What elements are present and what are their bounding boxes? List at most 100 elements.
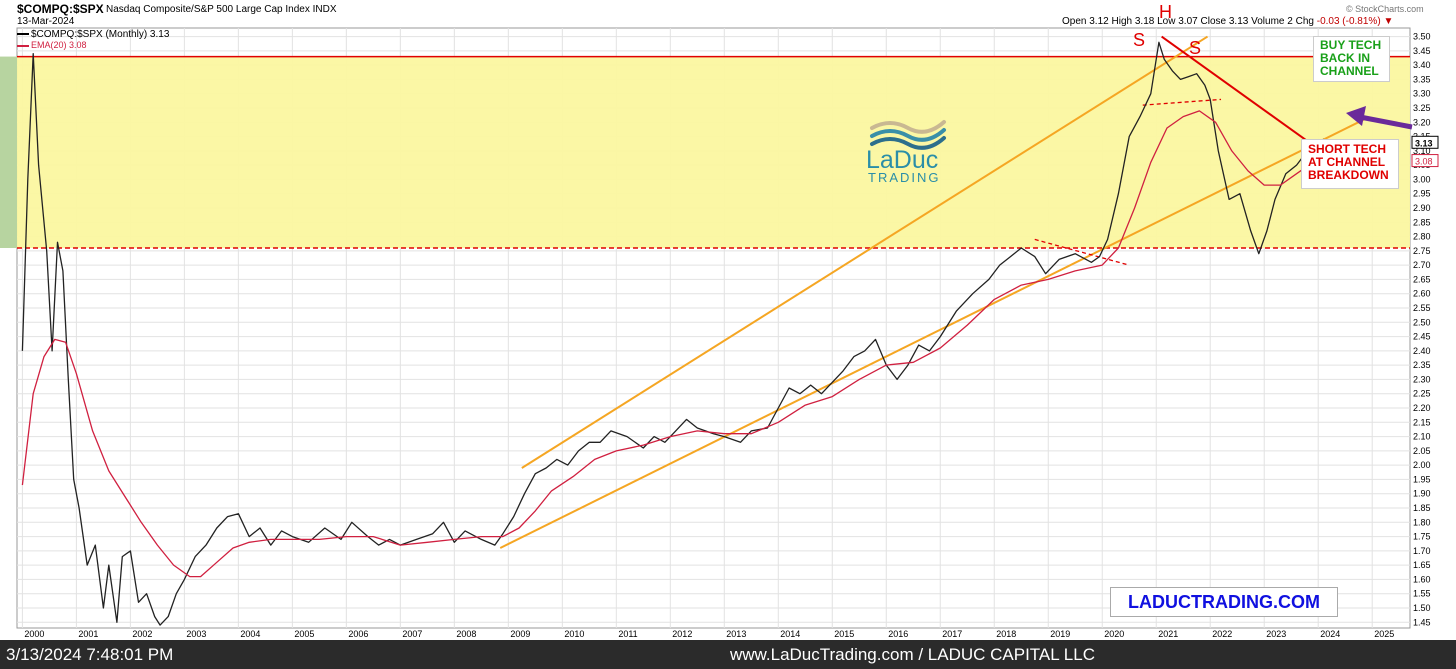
open-value: 3.12 (1089, 16, 1109, 27)
high-value: 3.18 (1134, 16, 1155, 27)
y-tick-label: 3.00 (1413, 174, 1431, 184)
y-tick-label: 2.90 (1413, 203, 1431, 213)
y-tick-label: 1.45 (1413, 617, 1431, 627)
x-tick-label: 2014 (780, 629, 800, 639)
x-tick-label: 2016 (888, 629, 908, 639)
close-label: Close (1200, 16, 1227, 27)
y-tick-label: 2.80 (1413, 232, 1431, 242)
y-tick-label: 1.80 (1413, 517, 1431, 527)
chart-area: 3.503.453.403.353.303.253.203.153.103.05… (0, 0, 1456, 640)
y-tick-label: 1.75 (1413, 532, 1431, 542)
chg-label: Chg (1295, 16, 1314, 27)
close-value: 3.13 (1228, 16, 1249, 27)
y-tick-label: 2.10 (1413, 432, 1431, 442)
footer-bar: 3/13/2024 7:48:01 PM www.LaDucTrading.co… (0, 640, 1456, 669)
y-tick-label: 1.95 (1413, 474, 1431, 484)
x-tick-label: 2007 (402, 629, 422, 639)
last-price-tag: 3.13 (1415, 138, 1433, 148)
x-tick-label: 2015 (834, 629, 854, 639)
legend-price: $COMPQ:$SPX (Monthly) 3.13 (17, 29, 169, 40)
legend-price-label: $COMPQ:$SPX (Monthly) 3.13 (31, 29, 170, 40)
zone-edge-marker (0, 56, 17, 249)
x-tick-label: 2005 (294, 629, 314, 639)
x-tick-label: 2010 (564, 629, 584, 639)
x-tick-label: 2003 (186, 629, 206, 639)
x-tick-label: 2017 (942, 629, 962, 639)
y-tick-label: 1.65 (1413, 560, 1431, 570)
x-tick-label: 2012 (672, 629, 692, 639)
legend-ema-label: EMA(20) 3.08 (31, 40, 87, 50)
y-tick-label: 1.85 (1413, 503, 1431, 513)
resistance-zone (17, 56, 1410, 249)
chg-down-icon: ▼ (1383, 16, 1394, 27)
y-tick-label: 3.50 (1413, 32, 1431, 42)
y-tick-label: 1.55 (1413, 589, 1431, 599)
x-tick-label: 2009 (510, 629, 530, 639)
y-tick-label: 1.90 (1413, 489, 1431, 499)
chart-date: 13-Mar-2024 (17, 16, 75, 27)
chart-source: © StockCharts.com (1346, 4, 1424, 14)
y-tick-label: 2.05 (1413, 446, 1431, 456)
left-shoulder-label: S (1133, 30, 1146, 50)
y-tick-label: 3.40 (1413, 60, 1431, 70)
x-tick-label: 2013 (726, 629, 746, 639)
y-tick-label: 2.50 (1413, 317, 1431, 327)
buy-line-3: CHANNEL (1320, 64, 1379, 78)
x-tick-label: 2018 (996, 629, 1016, 639)
ema-tag: 3.08 (1415, 157, 1433, 167)
x-tick-label: 2011 (618, 629, 637, 639)
x-tick-label: 2023 (1266, 629, 1286, 639)
low-value: 3.07 (1178, 16, 1198, 27)
x-tick-label: 2000 (24, 629, 44, 639)
y-tick-label: 2.95 (1413, 189, 1431, 199)
x-tick-label: 2021 (1158, 629, 1178, 639)
website-box: LADUCTRADING.COM (1110, 587, 1338, 617)
y-tick-label: 3.35 (1413, 74, 1431, 84)
volume-label: Volume (1251, 16, 1285, 27)
y-tick-label: 2.70 (1413, 260, 1431, 270)
chart-svg: 3.503.453.403.353.303.253.203.153.103.05… (0, 27, 1439, 639)
y-tick-label: 2.30 (1413, 374, 1431, 384)
y-tick-label: 1.70 (1413, 546, 1431, 556)
logo-subtitle: TRADING (868, 170, 941, 185)
x-tick-label: 2022 (1212, 629, 1232, 639)
y-tick-label: 1.60 (1413, 574, 1431, 584)
footer-site: www.LaDucTrading.com / LADUC CAPITAL LLC (730, 645, 1095, 664)
buy-annotation: BUY TECH BACK IN CHANNEL (1313, 36, 1390, 82)
x-tick-label: 2025 (1374, 629, 1394, 639)
x-tick-label: 2002 (132, 629, 152, 639)
y-tick-label: 1.50 (1413, 603, 1431, 613)
head-label: H (1159, 2, 1172, 22)
volume-value: 2 (1287, 16, 1293, 27)
legend-price-swatch (17, 33, 29, 36)
ohlc-readout: Open 3.12 High 3.18 Low 3.07 Close 3.13 … (1062, 16, 1393, 27)
x-tick-label: 2024 (1320, 629, 1340, 639)
x-tick-label: 2006 (348, 629, 368, 639)
y-tick-label: 3.25 (1413, 103, 1431, 113)
y-tick-label: 2.60 (1413, 289, 1431, 299)
chg-value: -0.03 (-0.81%) (1316, 16, 1381, 27)
y-tick-label: 2.20 (1413, 403, 1431, 413)
footer-timestamp: 3/13/2024 7:48:01 PM (6, 645, 174, 664)
right-shoulder-label: S (1189, 38, 1202, 58)
y-tick-label: 3.30 (1413, 89, 1431, 99)
x-tick-label: 2019 (1050, 629, 1070, 639)
x-tick-label: 2008 (456, 629, 476, 639)
x-tick-label: 2004 (240, 629, 260, 639)
chart-symbol: $COMPQ:$SPX (17, 2, 104, 16)
y-tick-label: 3.20 (1413, 117, 1431, 127)
y-tick-label: 2.55 (1413, 303, 1431, 313)
y-tick-label: 2.45 (1413, 332, 1431, 342)
y-tick-label: 2.00 (1413, 460, 1431, 470)
y-tick-label: 2.85 (1413, 217, 1431, 227)
high-label: High (1111, 16, 1133, 27)
chart-index-name: Nasdaq Composite/S&P 500 Large Cap Index… (106, 4, 337, 15)
y-tick-label: 2.40 (1413, 346, 1431, 356)
y-tick-label: 2.25 (1413, 389, 1431, 399)
y-tick-label: 2.75 (1413, 246, 1431, 256)
y-tick-label: 2.65 (1413, 274, 1431, 284)
open-label: Open (1062, 16, 1087, 27)
y-tick-label: 2.35 (1413, 360, 1431, 370)
y-tick-label: 3.45 (1413, 46, 1431, 56)
x-tick-label: 2001 (78, 629, 98, 639)
